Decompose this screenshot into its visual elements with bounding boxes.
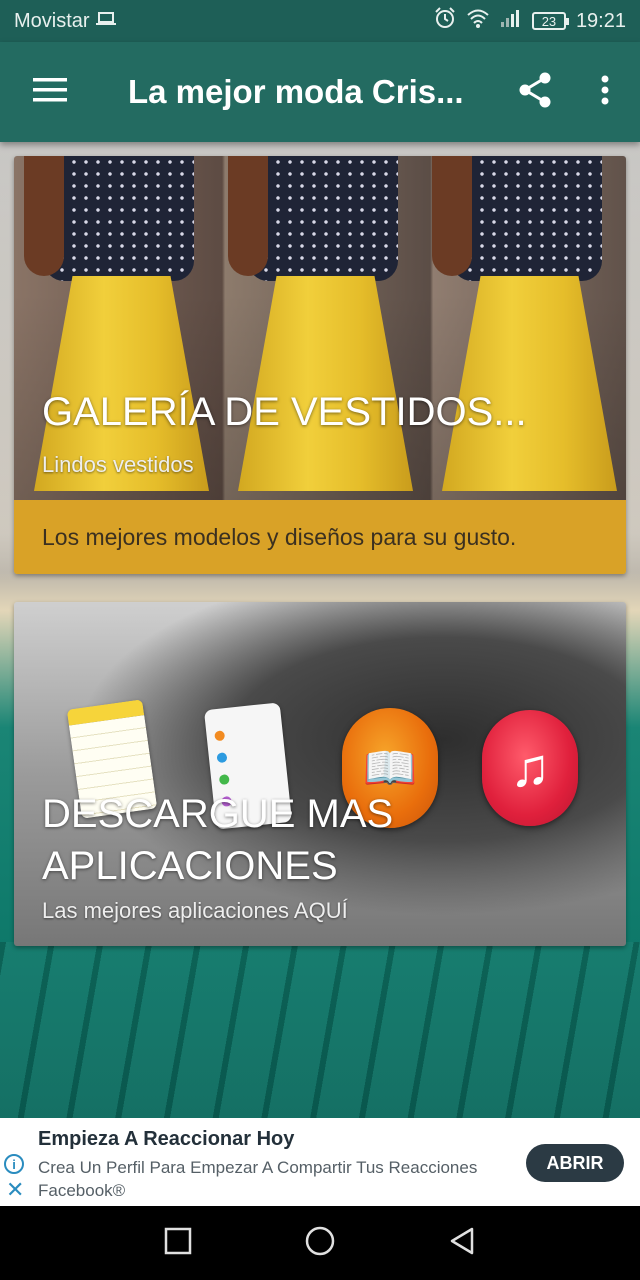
close-icon[interactable]: ✕ (6, 1179, 24, 1201)
wifi-icon (466, 8, 490, 34)
back-button[interactable] (391, 1206, 533, 1280)
status-bar: Movistar 23 19:21 (0, 0, 640, 42)
content-area: GALERÍA DE VESTIDOS... Lindos vestidos L… (0, 142, 640, 1118)
ad-banner[interactable]: i ✕ Empieza A Reaccionar Hoy Crea Un Per… (0, 1118, 640, 1206)
dress-figure (228, 156, 413, 500)
ad-title: Empieza A Reaccionar Hoy (38, 1128, 295, 1150)
alarm-icon (434, 7, 456, 35)
navigation-bar (0, 1206, 640, 1280)
app-bar: La mejor moda Cris... (0, 42, 640, 142)
menu-button[interactable] (0, 42, 100, 142)
home-button[interactable] (249, 1206, 391, 1280)
more-options-button[interactable] (570, 42, 640, 142)
card-subtitle: Lindos vestidos (42, 452, 194, 477)
share-button[interactable] (500, 42, 570, 142)
dress-gallery-image (14, 156, 626, 500)
card-title: DESCARGUE MAS APLICACIONES (42, 792, 394, 888)
card-description: Los mejores modelos y diseños para su gu… (14, 500, 626, 574)
share-icon (518, 72, 552, 113)
more-vert-icon (600, 75, 610, 110)
background-image (0, 942, 640, 1118)
info-icon[interactable]: i (4, 1154, 24, 1174)
more-apps-card[interactable]: 📖 ♫ DESCARGUE MAS APLICACIONES Las mejor… (14, 602, 626, 946)
battery-icon: 23 (531, 12, 569, 30)
ad-open-button[interactable]: ABRIR (526, 1144, 624, 1182)
clock-time: 19:21 (575, 9, 626, 32)
carrier-label: Movistar (14, 9, 90, 32)
laptop-icon (95, 10, 116, 33)
recent-apps-icon (164, 1227, 192, 1260)
recent-apps-button[interactable] (107, 1206, 249, 1280)
dress-figure (24, 156, 209, 500)
home-icon (304, 1225, 336, 1262)
card-subtitle: Las mejores aplicaciones AQUÍ (42, 898, 348, 923)
signal-icon (500, 9, 522, 33)
back-icon (448, 1226, 476, 1261)
app-title: La mejor moda Cris... (128, 73, 464, 110)
menu-icon (33, 77, 67, 107)
card-title: GALERÍA DE VESTIDOS... (42, 390, 527, 434)
dress-figure (432, 156, 617, 500)
ad-description: Crea Un Perfil Para Empezar A Compartir … (38, 1158, 478, 1200)
dress-gallery-card[interactable]: GALERÍA DE VESTIDOS... Lindos vestidos L… (14, 156, 626, 574)
